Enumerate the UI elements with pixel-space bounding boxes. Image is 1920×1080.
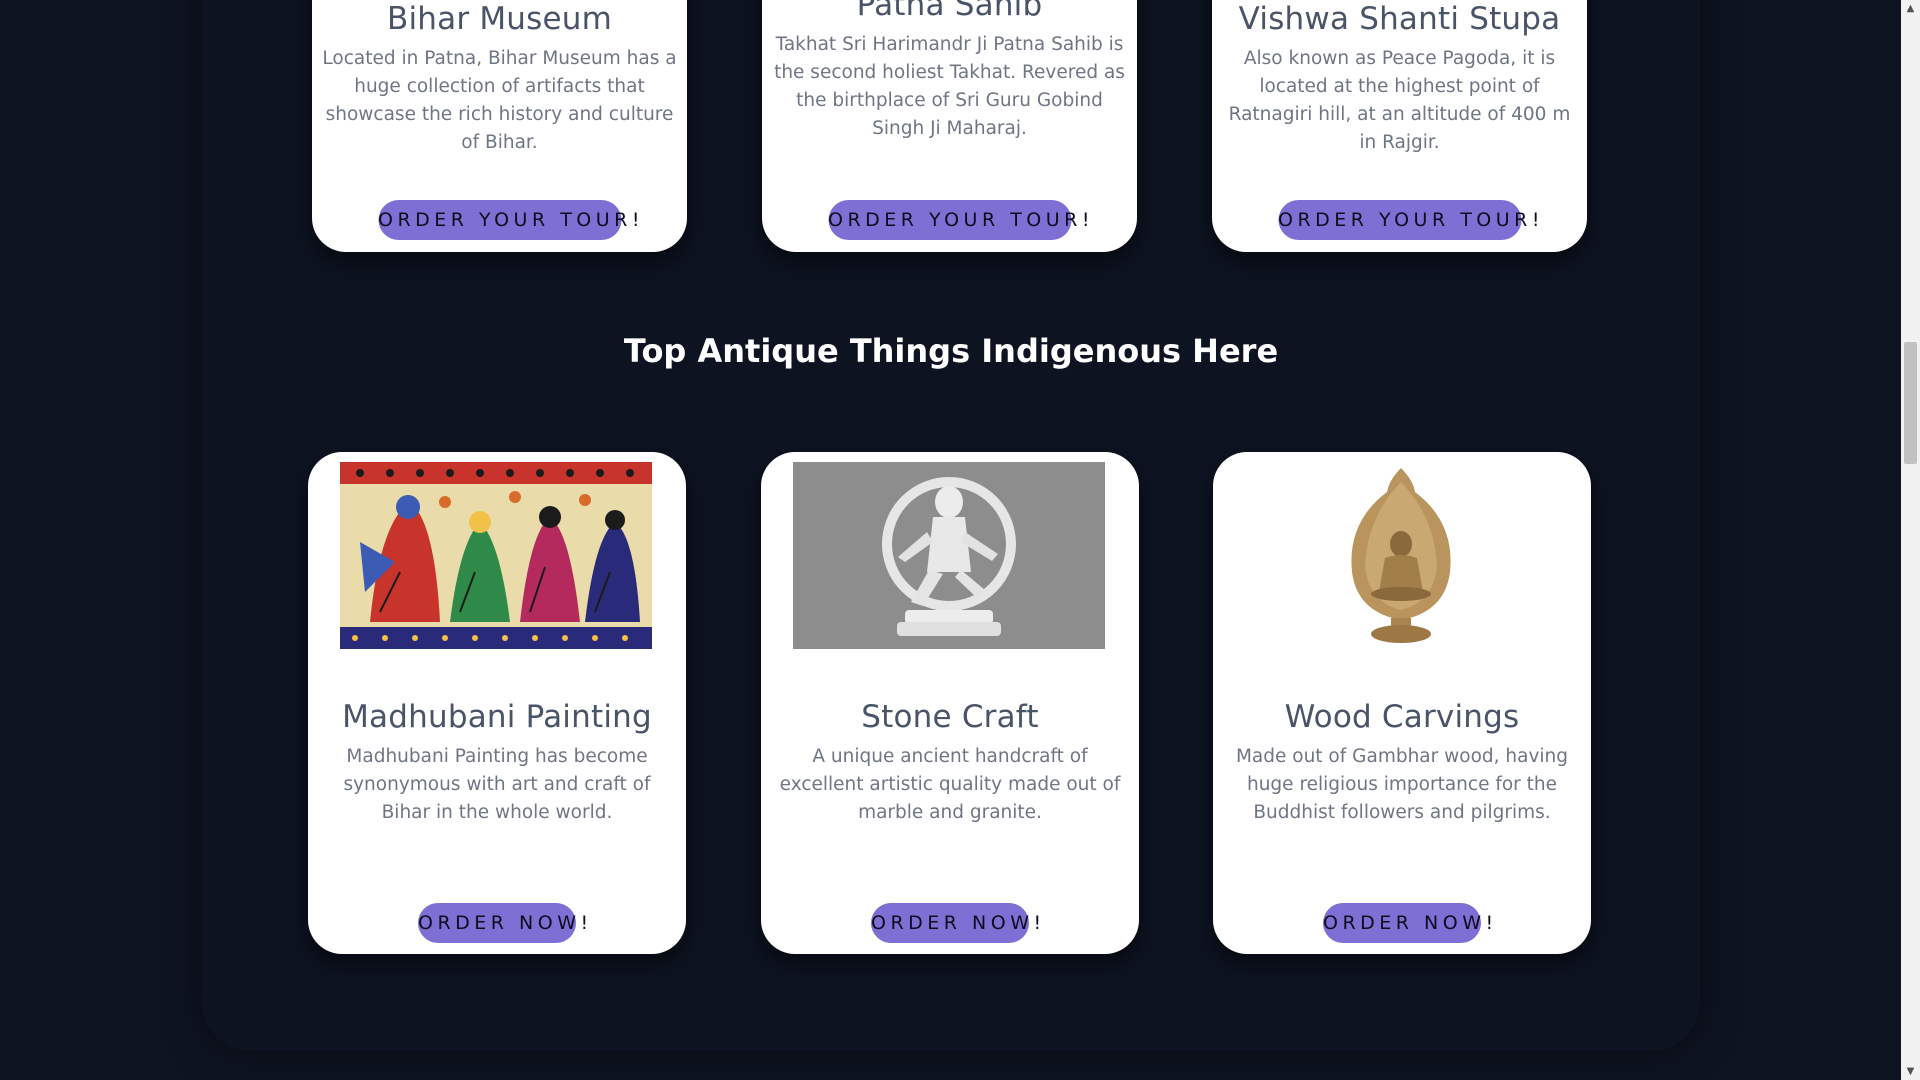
antique-card-stone-craft: Stone Craft A unique ancient handcraft o… bbox=[761, 452, 1139, 954]
madhubani-painting-illustration bbox=[340, 462, 652, 649]
place-card-description: Takhat Sri Harimandr Ji Patna Sahib is t… bbox=[774, 34, 1125, 139]
page: Bihar Museum Located in Patna, Bihar Mus… bbox=[0, 0, 1920, 1080]
antique-card-description: A unique ancient handcraft of excellent … bbox=[779, 746, 1121, 823]
antique-card-description: Madhubani Painting has become synonymous… bbox=[343, 746, 651, 823]
wood-carving-illustration bbox=[1245, 462, 1557, 649]
antique-card-description: Made out of Gambhar wood, having huge re… bbox=[1235, 746, 1569, 823]
section-heading: Top Antique Things Indigenous Here bbox=[623, 332, 1279, 370]
place-card-description: Also known as Peace Pagoda, it is locate… bbox=[1228, 48, 1571, 153]
place-card-description: Located in Patna, Bihar Museum has a hug… bbox=[322, 48, 677, 153]
place-card-vishwa-shanti-stupa: Vishwa Shanti Stupa Also known as Peace … bbox=[1212, 0, 1587, 252]
wood-carving-image bbox=[1245, 462, 1557, 649]
scroll-up-icon[interactable]: ▲ bbox=[1901, 0, 1920, 17]
order-tour-button[interactable]: ORDER YOUR TOUR! bbox=[378, 200, 640, 240]
order-now-button[interactable]: ORDER NOW! bbox=[1323, 903, 1493, 943]
place-card-title: Patna Sahib bbox=[856, 0, 1043, 23]
antique-card-title: Stone Craft bbox=[861, 699, 1039, 735]
antique-card-title: Madhubani Painting bbox=[342, 699, 652, 735]
order-now-button[interactable]: ORDER NOW! bbox=[418, 903, 588, 943]
antique-card-title: Wood Carvings bbox=[1284, 699, 1520, 735]
order-tour-button[interactable]: ORDER YOUR TOUR! bbox=[1278, 200, 1540, 240]
place-card-title: Bihar Museum bbox=[387, 1, 612, 37]
place-card-bihar-museum: Bihar Museum Located in Patna, Bihar Mus… bbox=[312, 0, 687, 252]
scroll-down-icon[interactable]: ▼ bbox=[1901, 1063, 1920, 1080]
place-card-patna-sahib: Patna Sahib Takhat Sri Harimandr Ji Patn… bbox=[762, 0, 1137, 252]
stone-craft-image bbox=[793, 462, 1105, 649]
antique-card-madhubani: Madhubani Painting Madhubani Painting ha… bbox=[308, 452, 686, 954]
place-card-title: Vishwa Shanti Stupa bbox=[1238, 1, 1561, 37]
scrollbar-thumb[interactable] bbox=[1904, 342, 1917, 464]
order-tour-button[interactable]: ORDER YOUR TOUR! bbox=[828, 200, 1090, 240]
madhubani-painting-image bbox=[340, 462, 652, 649]
order-now-button[interactable]: ORDER NOW! bbox=[871, 903, 1041, 943]
stone-craft-illustration bbox=[793, 462, 1105, 649]
page-scrollbar[interactable]: ▲ ▼ bbox=[1901, 0, 1920, 1080]
antique-card-wood-carvings: Wood Carvings Made out of Gambhar wood, … bbox=[1213, 452, 1591, 954]
